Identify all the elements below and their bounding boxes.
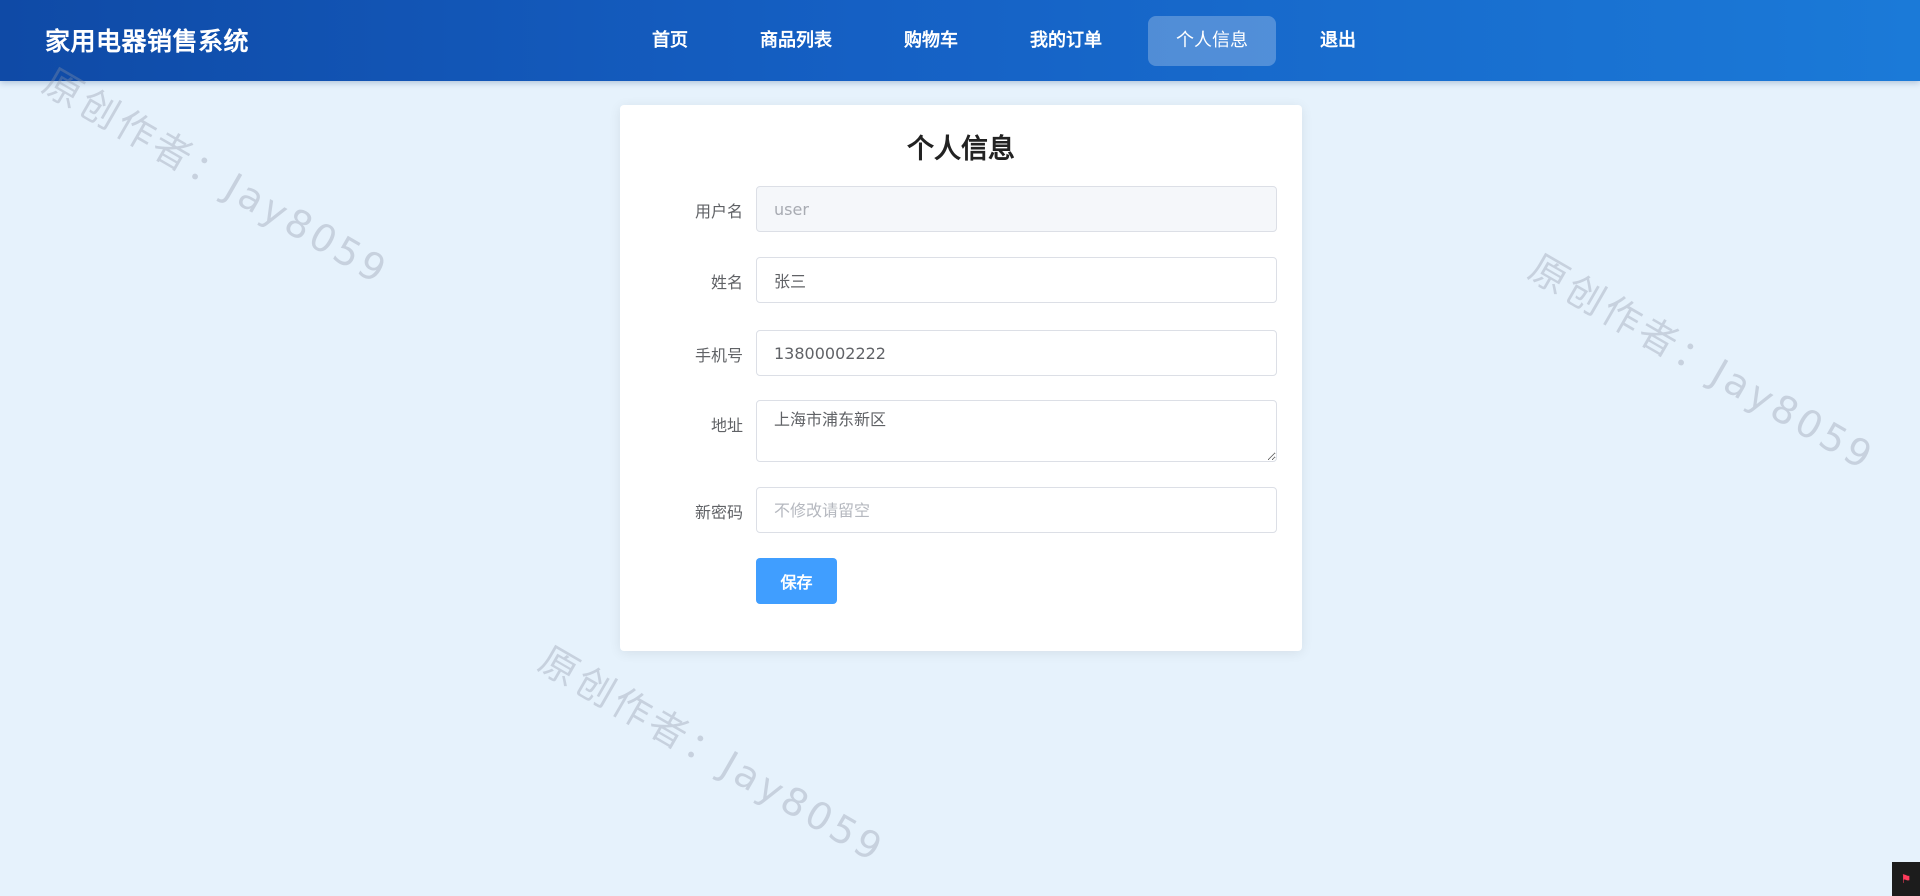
app-title: 家用电器销售系统 xyxy=(45,27,250,56)
page-title: 个人信息 xyxy=(907,134,1015,165)
name-label: 姓名 xyxy=(710,273,743,292)
top-navbar: 家用电器销售系统 首页 商品列表 购物车 我的订单 个人信息 退出 xyxy=(0,0,1920,81)
new-password-label: 新密码 xyxy=(694,503,743,522)
phone-field[interactable] xyxy=(756,330,1277,376)
address-label: 地址 xyxy=(710,416,743,435)
watermark: 原创作者：Jay8059 xyxy=(1521,245,1883,480)
watermark: 原创作者：Jay8059 xyxy=(35,59,397,294)
new-password-field[interactable] xyxy=(756,487,1277,533)
name-field[interactable] xyxy=(756,257,1277,303)
profile-card: 个人信息 用户名 姓名 手机号 地址 上海市浦东新区 新密码 保存 xyxy=(620,105,1302,651)
nav-cart[interactable]: 购物车 xyxy=(876,16,986,66)
phone-label: 手机号 xyxy=(694,346,743,365)
nav-profile[interactable]: 个人信息 xyxy=(1148,16,1276,66)
flag-icon[interactable]: ⚑ xyxy=(1892,862,1920,896)
nav-product-list[interactable]: 商品列表 xyxy=(732,16,860,66)
nav-my-orders[interactable]: 我的订单 xyxy=(1002,16,1130,66)
save-button[interactable]: 保存 xyxy=(756,558,837,604)
username-field xyxy=(756,186,1277,232)
nav-home[interactable]: 首页 xyxy=(624,16,716,66)
nav-logout[interactable]: 退出 xyxy=(1292,16,1384,66)
username-label: 用户名 xyxy=(694,202,743,221)
watermark: 原创作者：Jay8059 xyxy=(531,637,893,872)
address-field[interactable]: 上海市浦东新区 xyxy=(756,400,1277,462)
